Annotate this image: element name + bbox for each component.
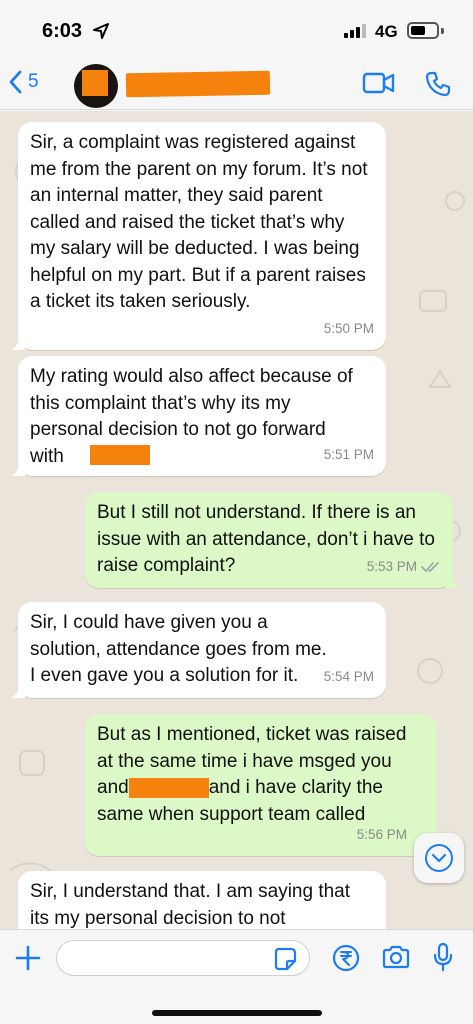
message-text: But as I mentioned, ticket was raised at… [97,722,425,828]
video-call-icon[interactable] [362,70,396,96]
rupee-payment-icon[interactable] [332,944,360,972]
chat-area[interactable]: Sir, a complaint was registered against … [0,111,473,929]
redacted-name [90,445,150,465]
contact-avatar[interactable] [74,64,118,108]
avatar-redaction [82,70,108,96]
battery-cap [441,28,444,34]
scroll-to-bottom-button[interactable] [414,833,464,883]
message-bubble-incoming[interactable]: Sir, a complaint was registered against … [11,122,386,350]
message-timestamp: 5:51 PM [323,446,374,462]
message-bubble-incoming[interactable]: Sir, I understand that. I am saying that… [18,871,386,929]
message-timestamp: 5:54 PM [323,668,374,684]
bubble-tail [11,684,25,698]
message-bubble-outgoing[interactable]: But as I mentioned, ticket was raised at… [85,714,437,856]
chevron-down-circle-icon [425,844,453,872]
chevron-left-icon [9,70,22,94]
message-timestamp: 5:50 PM [323,320,374,336]
phone-call-icon[interactable] [424,70,452,98]
microphone-icon[interactable] [432,942,454,972]
message-text: My rating would also affect because of t… [30,366,353,467]
message-bubble-outgoing[interactable]: But I still not understand. If there is … [85,492,460,588]
back-button[interactable]: 5 [8,70,39,94]
message-bubble-incoming[interactable]: Sir, I could have given you a solution, … [11,602,386,698]
bubble-tail [11,336,25,350]
bubble-tail [446,574,460,588]
location-arrow-icon [93,23,109,39]
message-composer [0,929,473,1024]
message-bubble-incoming[interactable]: My rating would also affect because of t… [11,356,386,476]
bubble-tail [11,462,25,476]
cellular-signal-icon [344,24,366,38]
message-meta: 5:53 PM [367,554,441,581]
unread-count: 5 [28,71,39,92]
status-bar: 6:03 4G [0,0,473,58]
message-text: Sir, I could have given you a solution, … [30,612,327,686]
battery-icon [407,22,439,39]
chat-header: 5 [0,58,473,110]
message-timestamp: 5:56 PM [356,826,407,842]
plus-icon[interactable] [14,944,42,972]
double-check-read-icon [421,561,439,572]
message-timestamp: 5:53 PM [366,558,417,574]
status-time: 6:03 [42,20,83,42]
home-indicator [152,1010,322,1016]
network-type: 4G [375,22,398,41]
redacted-name [128,777,209,798]
message-text: Sir, a complaint was registered against … [30,132,368,312]
sticker-icon[interactable] [272,946,298,972]
message-text: Sir, I understand that. I am saying that… [30,881,351,929]
camera-icon[interactable] [381,944,411,970]
contact-name-redacted[interactable] [125,70,271,98]
message-input[interactable] [69,941,269,975]
